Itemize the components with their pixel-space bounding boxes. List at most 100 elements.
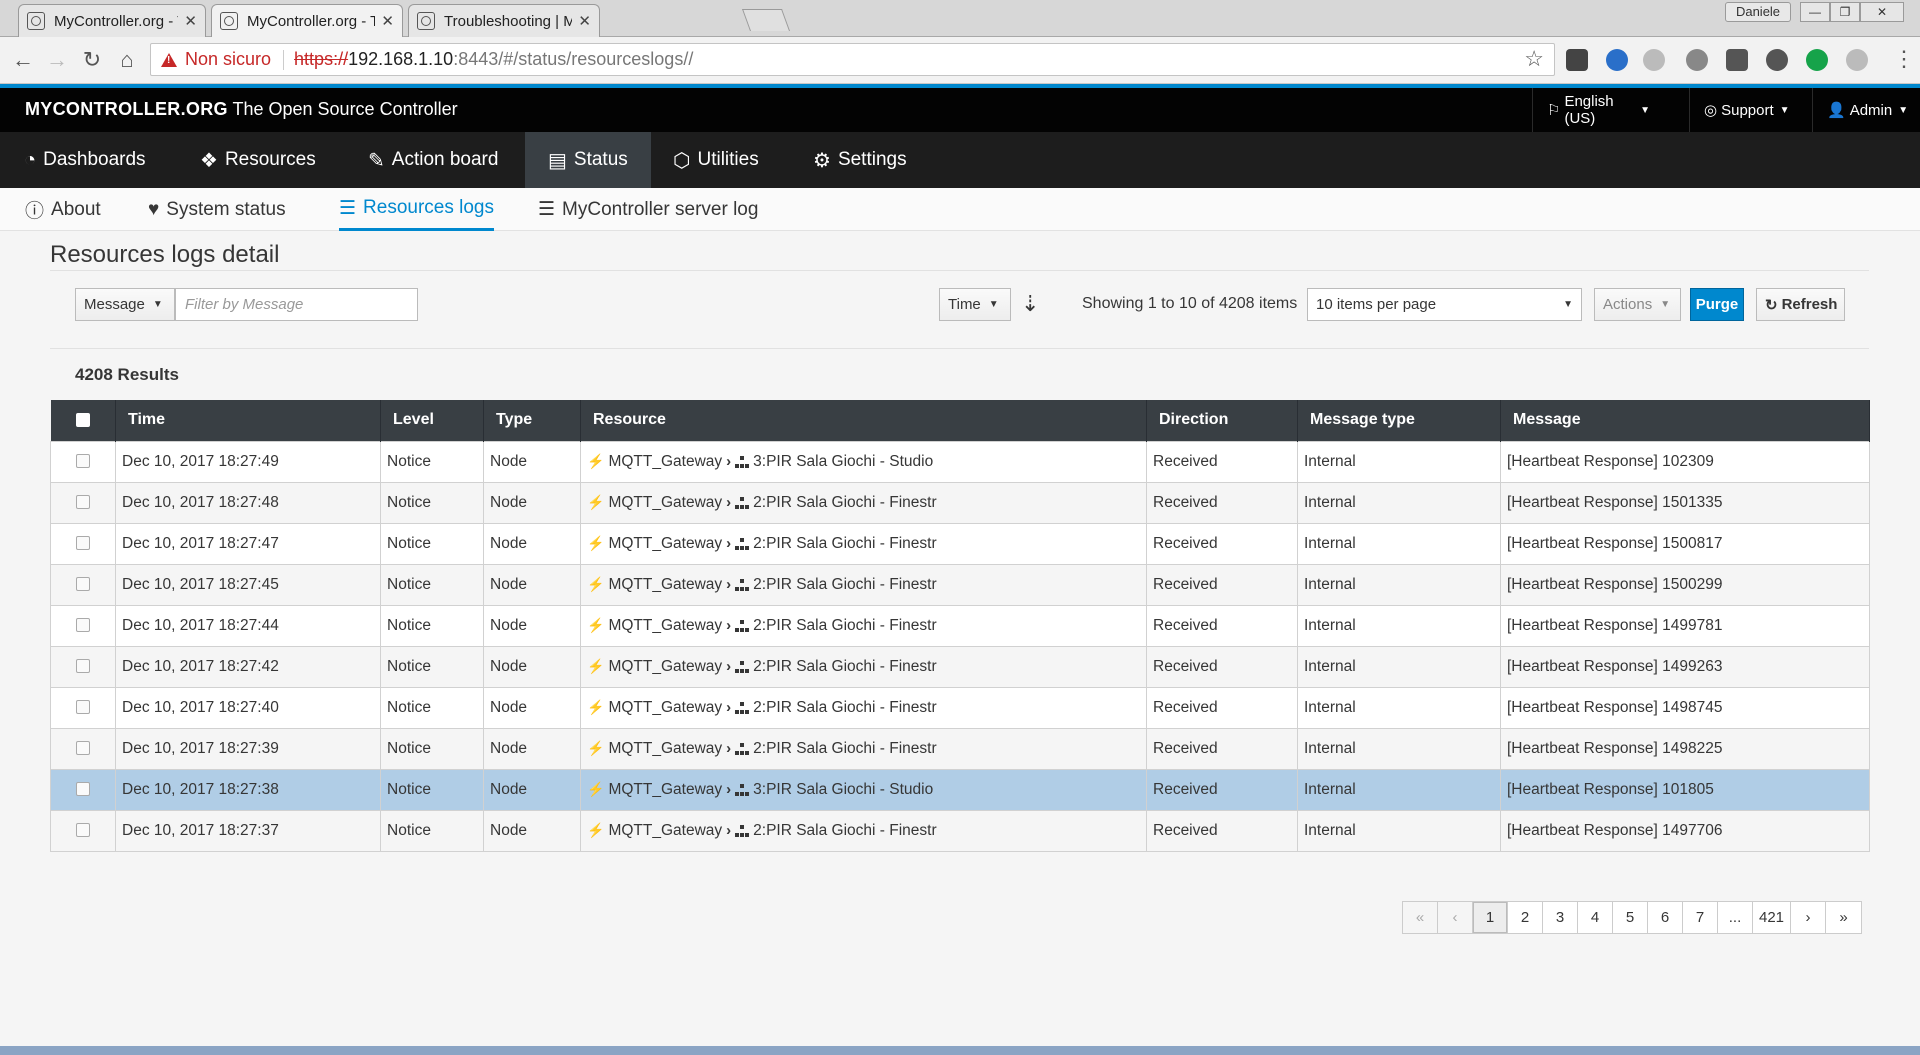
row-checkbox[interactable]: [76, 823, 90, 838]
node-link[interactable]: 2:PIR Sala Giochi - Finestr: [753, 617, 936, 635]
column-header-level[interactable]: Level: [380, 400, 484, 441]
subnav-resources-logs[interactable]: ☰ Resources logs: [339, 188, 494, 231]
table-row[interactable]: Dec 10, 2017 18:27:37 Notice Node ⚡ MQTT_Gat…: [50, 809, 1870, 852]
node-link[interactable]: 2:PIR Sala Giochi - Finestr: [753, 494, 936, 512]
page-link[interactable]: ›: [1791, 902, 1827, 933]
nav-resources[interactable]: ❖ Resources: [200, 132, 316, 188]
minimize-icon[interactable]: —: [1800, 2, 1830, 22]
row-checkbox[interactable]: [76, 741, 90, 756]
sort-alpha-desc-icon[interactable]: ⇣: [1021, 291, 1039, 317]
row-checkbox[interactable]: [76, 577, 90, 592]
node-link[interactable]: 2:PIR Sala Giochi - Finestr: [753, 535, 936, 553]
browser-tab-3[interactable]: Troubleshooting | MyCon ✕: [408, 4, 600, 37]
gateway-link[interactable]: MQTT_Gateway: [608, 740, 722, 758]
column-header-message[interactable]: Message: [1500, 400, 1870, 441]
node-link[interactable]: 2:PIR Sala Giochi - Finestr: [753, 822, 936, 840]
bookmark-star-icon[interactable]: ☆: [1524, 46, 1544, 72]
row-checkbox[interactable]: [76, 782, 90, 797]
close-window-icon[interactable]: ✕: [1860, 2, 1904, 22]
table-row[interactable]: Dec 10, 2017 18:27:44 Notice Node ⚡ MQTT_Gat…: [50, 604, 1870, 647]
subnav-server-log[interactable]: ☰ MyController server log: [538, 188, 758, 231]
page-link[interactable]: 6: [1648, 902, 1683, 933]
sort-field-dropdown[interactable]: Time ▼: [939, 288, 1011, 321]
actions-dropdown[interactable]: Actions ▼: [1594, 288, 1681, 321]
table-row[interactable]: Dec 10, 2017 18:27:38 Notice Node ⚡ MQTT_Gat…: [50, 768, 1870, 811]
admin-dropdown[interactable]: 👤 Admin ▼: [1812, 88, 1920, 132]
gateway-link[interactable]: MQTT_Gateway: [608, 453, 722, 471]
extension-icon[interactable]: [1643, 49, 1665, 71]
back-icon[interactable]: ←: [10, 47, 36, 73]
node-link[interactable]: 3:PIR Sala Giochi - Studio: [753, 453, 933, 471]
browser-tab-1[interactable]: MyController.org - The O ✕: [18, 4, 206, 37]
column-header-type[interactable]: Type: [483, 400, 581, 441]
gateway-link[interactable]: MQTT_Gateway: [608, 494, 722, 512]
gateway-link[interactable]: MQTT_Gateway: [608, 699, 722, 717]
nav-settings[interactable]: ⚙ Settings: [813, 132, 907, 188]
reload-icon[interactable]: ↻: [79, 47, 105, 73]
row-checkbox[interactable]: [76, 700, 90, 715]
refresh-button[interactable]: ↻ Refresh: [1756, 288, 1845, 321]
language-dropdown[interactable]: ⚐ English (US) ▼: [1532, 88, 1664, 132]
page-link[interactable]: 3: [1543, 902, 1578, 933]
node-link[interactable]: 2:PIR Sala Giochi - Finestr: [753, 699, 936, 717]
table-row[interactable]: Dec 10, 2017 18:27:45 Notice Node ⚡ MQTT_Gat…: [50, 563, 1870, 606]
column-header-direction[interactable]: Direction: [1146, 400, 1298, 441]
gateway-link[interactable]: MQTT_Gateway: [608, 781, 722, 799]
table-row[interactable]: Dec 10, 2017 18:27:42 Notice Node ⚡ MQTT_Gat…: [50, 645, 1870, 688]
row-checkbox[interactable]: [76, 536, 90, 551]
page-link[interactable]: 4: [1578, 902, 1613, 933]
row-checkbox[interactable]: [76, 659, 90, 674]
grammarly-icon[interactable]: [1806, 49, 1828, 71]
extension-icon[interactable]: [1726, 49, 1748, 71]
close-tab-icon[interactable]: ✕: [381, 12, 394, 30]
restore-icon[interactable]: ❐: [1830, 2, 1860, 22]
nav-action-board[interactable]: ✎ Action board: [368, 132, 498, 188]
address-bar[interactable]: Non sicuro https:// 192.168.1.10 :8443/#…: [150, 43, 1555, 76]
page-link[interactable]: »: [1826, 902, 1861, 933]
browser-user-badge[interactable]: Daniele: [1725, 2, 1791, 22]
page-link[interactable]: 421: [1753, 902, 1792, 933]
table-row[interactable]: Dec 10, 2017 18:27:39 Notice Node ⚡ MQTT_Gat…: [50, 727, 1870, 770]
extension-icon[interactable]: [1686, 49, 1708, 71]
extension-icon[interactable]: [1566, 49, 1588, 71]
node-link[interactable]: 2:PIR Sala Giochi - Finestr: [753, 576, 936, 594]
page-link[interactable]: 2: [1508, 902, 1543, 933]
node-link[interactable]: 3:PIR Sala Giochi - Studio: [753, 781, 933, 799]
close-tab-icon[interactable]: ✕: [184, 12, 197, 30]
brand-logo[interactable]: MYCONTROLLER.ORG The Open Source Control…: [25, 99, 458, 120]
browser-tab-2[interactable]: MyController.org - The C ✕: [211, 4, 403, 37]
gateway-link[interactable]: MQTT_Gateway: [608, 658, 722, 676]
column-header-resource[interactable]: Resource: [580, 400, 1147, 441]
gateway-link[interactable]: MQTT_Gateway: [608, 535, 722, 553]
extension-icon[interactable]: [1846, 49, 1868, 71]
row-checkbox[interactable]: [76, 495, 90, 510]
new-tab-button[interactable]: [741, 9, 791, 31]
nav-dashboards[interactable]: ◔ Dashboards: [24, 132, 146, 188]
gateway-link[interactable]: MQTT_Gateway: [608, 822, 722, 840]
column-header-time[interactable]: Time: [115, 400, 381, 441]
close-tab-icon[interactable]: ✕: [578, 12, 591, 30]
extension-icon[interactable]: [1766, 49, 1788, 71]
filter-input[interactable]: [175, 288, 418, 321]
node-link[interactable]: 2:PIR Sala Giochi - Finestr: [753, 658, 936, 676]
nav-utilities[interactable]: ⬡ Utilities: [673, 132, 759, 188]
node-link[interactable]: 2:PIR Sala Giochi - Finestr: [753, 740, 936, 758]
subnav-system-status[interactable]: ♥ System status: [148, 188, 286, 231]
table-row[interactable]: Dec 10, 2017 18:27:40 Notice Node ⚡ MQTT_Gat…: [50, 686, 1870, 729]
page-link[interactable]: ‹: [1438, 902, 1473, 933]
support-dropdown[interactable]: ◎ Support ▼: [1689, 88, 1807, 132]
security-label[interactable]: Non sicuro: [185, 49, 271, 70]
page-link[interactable]: 7: [1683, 902, 1718, 933]
items-per-page-select[interactable]: 10 items per page ▼: [1307, 288, 1582, 321]
forward-icon[interactable]: →: [44, 47, 70, 73]
table-row[interactable]: Dec 10, 2017 18:27:48 Notice Node ⚡ MQTT_Gat…: [50, 481, 1870, 524]
filter-field-dropdown[interactable]: Message ▼: [75, 288, 175, 321]
subnav-about[interactable]: ⓘ About: [25, 188, 101, 231]
gateway-link[interactable]: MQTT_Gateway: [608, 576, 722, 594]
row-checkbox[interactable]: [76, 618, 90, 633]
browser-menu-icon[interactable]: ⋮: [1893, 46, 1915, 72]
home-icon[interactable]: ⌂: [114, 47, 140, 73]
nav-status[interactable]: ▤ Status: [525, 132, 651, 188]
page-link[interactable]: ...: [1718, 902, 1753, 933]
page-link[interactable]: 1: [1473, 902, 1508, 933]
